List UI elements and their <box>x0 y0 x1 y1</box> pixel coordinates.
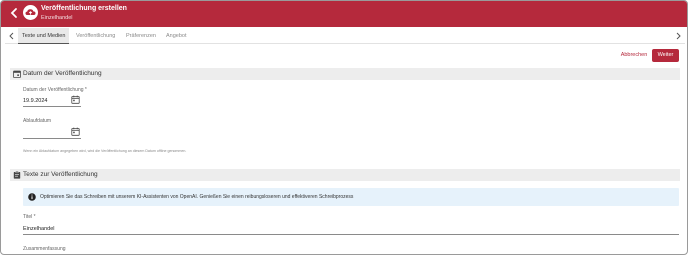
calendar-icon[interactable] <box>71 127 80 136</box>
next-button[interactable]: Weiter <box>652 49 679 62</box>
cancel-button[interactable]: Abbrechen <box>619 50 649 61</box>
publish-date-underline <box>23 106 81 107</box>
info-icon <box>28 193 36 201</box>
summary-label: Zusammenfassung <box>23 246 66 252</box>
section-header-date: Datum der Veröffentlichung <box>10 68 680 80</box>
tab-veroeffentlichung[interactable]: Veröffentlichung <box>72 28 119 44</box>
chevron-left-icon[interactable] <box>7 6 21 20</box>
tab-praeferenzen[interactable]: Präferenzen <box>122 28 160 44</box>
expiry-date-label: Ablaufdatum <box>23 118 52 124</box>
page-title: Veröffentlichung erstellen <box>41 5 127 12</box>
title-field-label: Titel * <box>23 214 36 220</box>
title-field-underline <box>23 234 679 235</box>
header-bar: Veröffentlichung erstellen Einzelhandel <box>1 1 687 27</box>
section-header-texts: Texte zur Veröffentlichung <box>10 169 680 181</box>
tab-bar: Texte und Medien Veröffentlichung Präfer… <box>5 28 685 44</box>
title-field-input[interactable]: Einzelhandel <box>23 226 55 232</box>
section-title-texts: Texte zur Veröffentlichung <box>23 171 98 178</box>
section-title-date: Datum der Veröffentlichung <box>23 70 102 77</box>
chevron-right-icon[interactable] <box>673 31 683 41</box>
expiry-date-underline <box>23 138 81 139</box>
ai-info-banner: Optimieren Sie das Schreiben mit unserem… <box>23 188 679 206</box>
ai-info-text: Optimieren Sie das Schreiben mit unserem… <box>40 194 354 200</box>
chevron-left-icon[interactable] <box>7 31 17 41</box>
tab-angebot[interactable]: Angebot <box>162 28 191 44</box>
page-subtitle: Einzelhandel <box>41 15 73 21</box>
clipboard-icon <box>13 171 21 179</box>
cloud-upload-icon <box>23 5 38 20</box>
publish-date-input[interactable]: 19.9.2024 <box>23 98 47 104</box>
tab-texte-und-medien[interactable]: Texte und Medien <box>18 28 69 44</box>
calendar-icon <box>13 70 21 78</box>
calendar-icon[interactable] <box>71 95 80 104</box>
expiry-hint: Wenn ein Ablaufdatum angegeben wird, wir… <box>23 149 187 153</box>
app-frame: Veröffentlichung erstellen Einzelhandel … <box>0 0 688 255</box>
publish-date-label: Datum der Veröffentlichung * <box>23 87 87 93</box>
